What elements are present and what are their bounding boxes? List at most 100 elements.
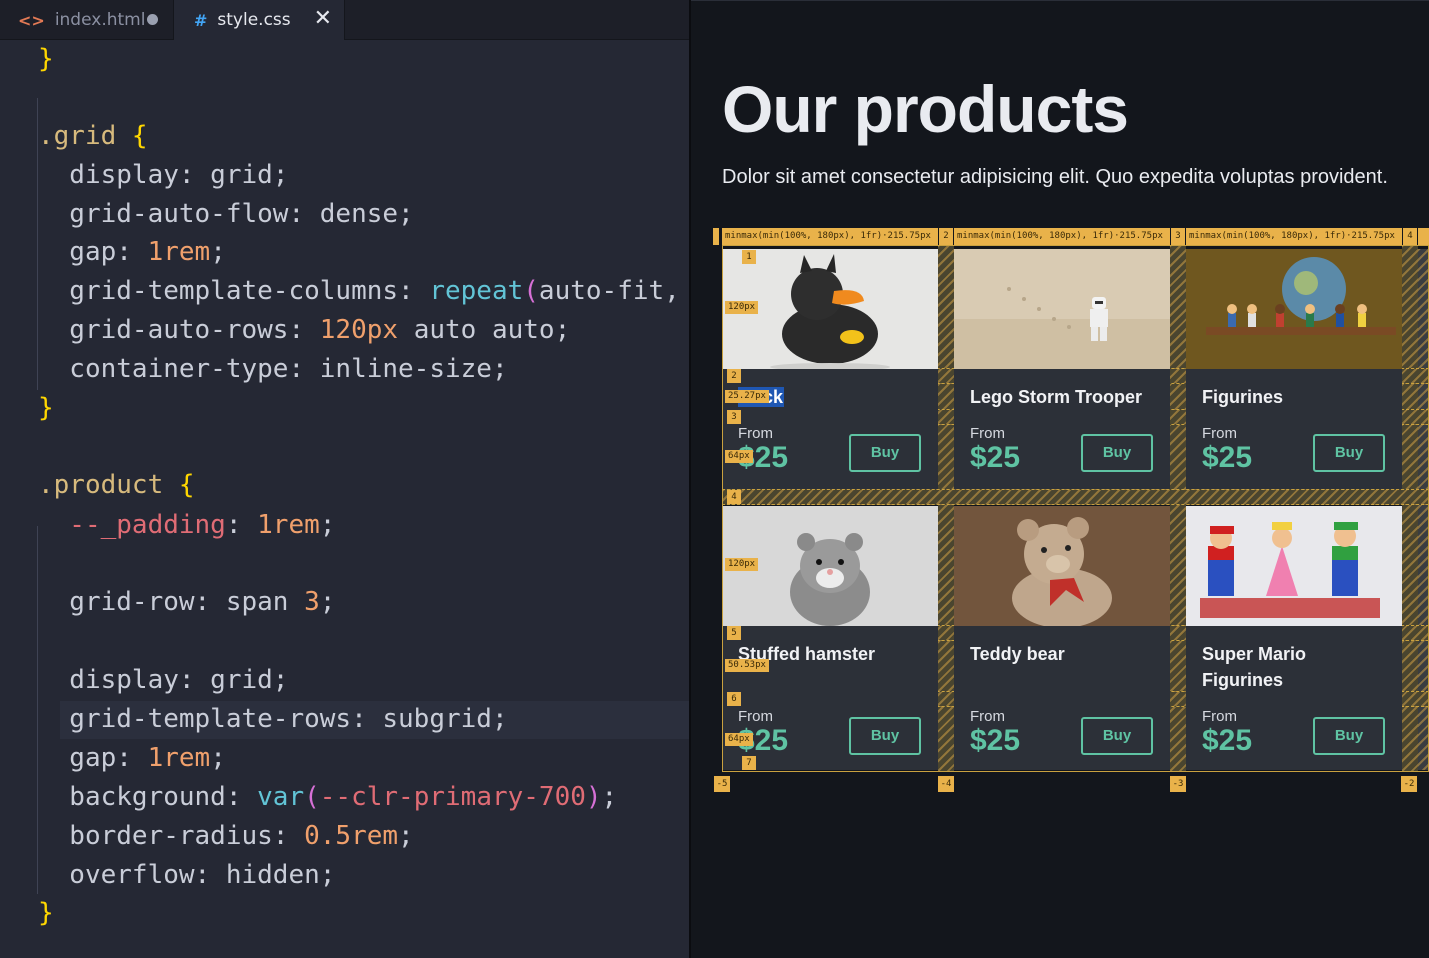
code-token: ( (523, 276, 539, 306)
buy-button[interactable]: Buy (849, 434, 921, 472)
code-area[interactable]: } .grid { display: grid; grid-auto-flow: … (0, 40, 690, 958)
code-editor[interactable]: <> index.html # style.css ✕ } .grid { dis… (0, 0, 690, 958)
code-token: --_padding (38, 510, 226, 540)
code-token: { (131, 121, 148, 151)
code-line[interactable]: background: var(--clr-primary-700); (38, 778, 617, 816)
code-line[interactable]: grid-auto-flow: dense; (38, 195, 414, 233)
product-price: $25 (1202, 724, 1253, 757)
code-token: 0.5rem (304, 821, 399, 851)
product-name-text: Figurines (1202, 387, 1284, 407)
grid-line-number: 3 (727, 410, 741, 424)
from-label: From (1202, 708, 1237, 725)
grid-line-number: -3 (1170, 776, 1186, 792)
code-line[interactable]: container-type: inline-size; (38, 350, 508, 388)
code-token: 1rem (147, 743, 211, 773)
code-line[interactable]: display: grid; (38, 156, 288, 194)
code-token: grid-auto-rows: (38, 315, 320, 345)
code-token: ; (210, 237, 226, 267)
row-gap (722, 489, 1429, 505)
code-token: ; (319, 587, 336, 617)
code-line[interactable]: grid-auto-rows: 120px auto auto; (38, 311, 570, 349)
css-file-icon: # (194, 10, 208, 30)
buy-button[interactable]: Buy (1081, 434, 1153, 472)
product-image (1186, 506, 1402, 626)
code-line[interactable]: --_padding: 1rem; (38, 506, 335, 544)
tab-label: style.css (217, 10, 291, 30)
code-line[interactable]: display: grid; (38, 661, 288, 699)
code-token: gap: (38, 743, 148, 773)
code-line[interactable]: } (38, 894, 54, 932)
buy-button[interactable]: Buy (1081, 717, 1153, 755)
code-token: 1rem (257, 510, 320, 540)
product-name: Lego Storm Trooper (970, 384, 1142, 410)
code-line[interactable]: gap: 1rem; (38, 739, 226, 777)
code-token: .product (38, 470, 179, 500)
from-label: From (1202, 425, 1237, 442)
code-token: ; (210, 743, 226, 773)
grid-line-number: -2 (1401, 776, 1417, 792)
code-token: container-type: inline-size; (38, 354, 508, 384)
product-card: Teddy bear From $25 Buy (954, 506, 1170, 770)
code-token: auto-fit, (538, 276, 680, 306)
tab-index-html[interactable]: <> index.html (0, 0, 172, 40)
buy-button[interactable]: Buy (1313, 434, 1385, 472)
code-line[interactable]: grid-template-columns: repeat(auto-fit, (38, 272, 680, 310)
buy-button[interactable]: Buy (849, 717, 921, 755)
grid-line-number: 4 (1403, 228, 1417, 245)
buy-button[interactable]: Buy (1313, 717, 1385, 755)
product-name-text: Super Mario Figurines (1202, 644, 1307, 690)
grid-line-number: -5 (714, 776, 730, 792)
unsaved-dot-icon[interactable] (147, 14, 158, 25)
code-token: ; (601, 782, 618, 812)
product-name: Super Mario Figurines (1202, 641, 1352, 693)
code-line[interactable]: .product { (38, 466, 195, 504)
tab-style-css[interactable]: # style.css ✕ (173, 0, 345, 40)
product-image (1186, 249, 1402, 369)
code-token: display: grid; (38, 665, 289, 695)
code-token: 120px (319, 315, 399, 345)
code-token: background: (38, 782, 258, 812)
code-token: display: grid; (38, 160, 289, 190)
product-card: Figurines From $25 Buy (1186, 249, 1402, 489)
product-name: Figurines (1202, 384, 1283, 410)
track-size-label: 25.27px (725, 390, 769, 403)
track-size-label: 120px (725, 558, 759, 571)
column-track-label (1418, 228, 1429, 245)
code-token: : (225, 510, 258, 540)
track-size-label: 120px (725, 301, 759, 314)
code-token: repeat (429, 276, 524, 306)
code-token: border-radius: (38, 821, 305, 851)
product-image (954, 249, 1170, 369)
tab-label: index.html (54, 10, 146, 30)
code-line[interactable]: } (38, 389, 54, 427)
code-line[interactable]: grid-row: span 3; (38, 583, 335, 621)
code-token: ( (304, 782, 320, 812)
code-token: } (38, 898, 54, 928)
grid-line-number: 1 (742, 250, 756, 264)
grid-line-number: 4 (727, 490, 741, 504)
product-price: $25 (970, 724, 1021, 757)
code-line[interactable]: border-radius: 0.5rem; (38, 817, 413, 855)
code-line[interactable]: overflow: hidden; (38, 856, 335, 894)
column-track-label: minmax(min(100%, 180px), 1fr)·215.75px (722, 228, 938, 245)
grid-line-number: 7 (742, 756, 756, 770)
product-card: Super Mario Figurines From $25 Buy (1186, 506, 1402, 770)
grid-line-number: 2 (727, 369, 741, 383)
from-label: From (738, 425, 773, 442)
close-icon[interactable]: ✕ (314, 6, 332, 31)
code-token: 1rem (147, 237, 211, 267)
column-track-label: minmax(min(100%, 180px), 1fr)·215.75px (954, 228, 1170, 245)
code-line[interactable]: } (38, 40, 54, 78)
browser-preview: Our products Dolor sit amet consectetur … (691, 0, 1429, 958)
product-name: Teddy bear (970, 641, 1065, 667)
code-token: .grid (38, 121, 132, 151)
code-line[interactable]: grid-template-rows: subgrid; (38, 700, 507, 738)
product-name-text: Lego Storm Trooper (970, 387, 1143, 407)
code-line[interactable]: gap: 1rem; (38, 233, 226, 271)
grid-line-number: 6 (727, 692, 741, 706)
product-card: Lego Storm Trooper From $25 Buy (954, 249, 1170, 489)
code-token: 3 (304, 587, 320, 617)
code-token: grid-auto-flow: dense; (38, 199, 414, 229)
code-line[interactable]: .grid { (38, 117, 148, 155)
product-card: Stuffed hamster From $25 Buy (722, 506, 938, 770)
